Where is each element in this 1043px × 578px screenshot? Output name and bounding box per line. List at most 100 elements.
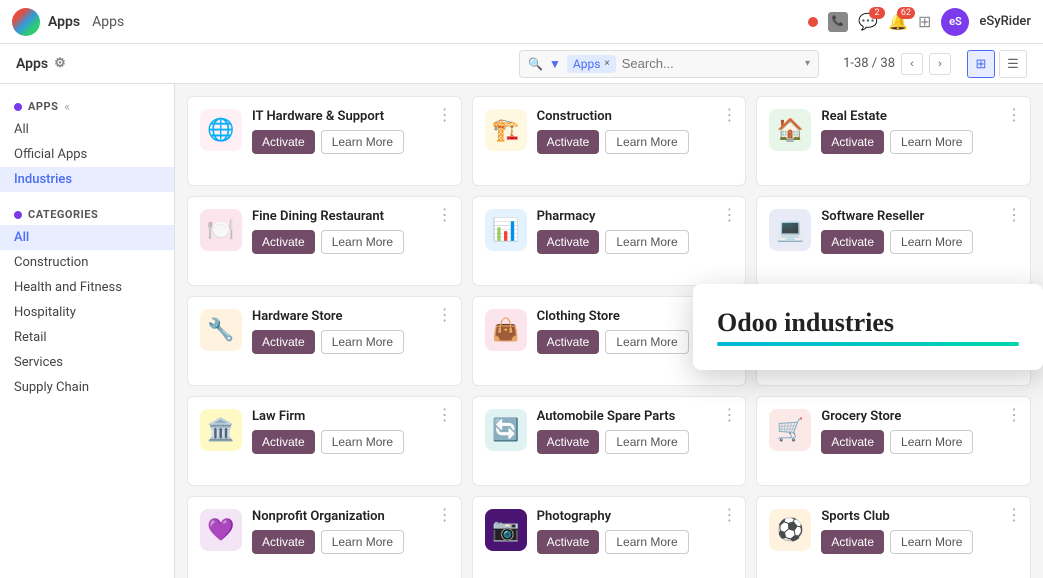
app-info: Grocery Store Activate Learn More xyxy=(821,409,1018,454)
app-more-button[interactable]: ⋮ xyxy=(437,405,453,425)
sidebar-cat-construction[interactable]: Construction xyxy=(0,250,174,275)
app-name: Grocery Store xyxy=(821,409,1018,424)
activate-button[interactable]: Activate xyxy=(252,530,315,554)
app-icon: 🛒 xyxy=(769,409,811,451)
list-view-button[interactable]: ☰ xyxy=(999,50,1027,78)
prev-page-button[interactable]: ‹ xyxy=(901,53,923,75)
activate-button[interactable]: Activate xyxy=(252,130,315,154)
learn-more-button[interactable]: Learn More xyxy=(890,130,973,154)
activate-button[interactable]: Activate xyxy=(537,430,600,454)
learn-more-button[interactable]: Learn More xyxy=(605,230,688,254)
app-card: ⋮ 🔧 Hardware Store Activate Learn More xyxy=(187,296,462,386)
filter-icon[interactable]: ▼ xyxy=(549,57,561,71)
next-page-button[interactable]: › xyxy=(929,53,951,75)
app-name: Pharmacy xyxy=(537,209,734,224)
app-name: Software Reseller xyxy=(821,209,1018,224)
avatar[interactable]: eS xyxy=(941,8,969,36)
app-name: Real Estate xyxy=(821,109,1018,124)
app-name: IT Hardware & Support xyxy=(252,109,449,124)
learn-more-button[interactable]: Learn More xyxy=(890,230,973,254)
search-dropdown-icon[interactable]: ▾ xyxy=(805,58,810,69)
activate-button[interactable]: Activate xyxy=(252,230,315,254)
app-card: ⋮ ⚽ Sports Club Activate Learn More xyxy=(756,496,1031,578)
sidebar-cat-all[interactable]: All xyxy=(0,225,174,250)
activate-button[interactable]: Activate xyxy=(821,230,884,254)
learn-more-button[interactable]: Learn More xyxy=(890,530,973,554)
app-card-header: 📊 Pharmacy Activate Learn More xyxy=(485,209,734,254)
learn-more-button[interactable]: Learn More xyxy=(321,130,404,154)
app-card: ⋮ 🏗️ Construction Activate Learn More xyxy=(472,96,747,186)
app-more-button[interactable]: ⋮ xyxy=(721,405,737,425)
chat-icon-wrapper[interactable]: 💬 2 xyxy=(858,12,878,31)
app-info: Real Estate Activate Learn More xyxy=(821,109,1018,154)
app-more-button[interactable]: ⋮ xyxy=(721,205,737,225)
app-more-button[interactable]: ⋮ xyxy=(1006,505,1022,525)
sidebar-cat-health[interactable]: Health and Fitness xyxy=(0,275,174,300)
app-more-button[interactable]: ⋮ xyxy=(1006,405,1022,425)
sidebar-cat-supply-chain[interactable]: Supply Chain xyxy=(0,375,174,400)
learn-more-button[interactable]: Learn More xyxy=(321,430,404,454)
phone-icon: 📞 xyxy=(828,12,848,32)
grid-apps-icon[interactable]: ⊞ xyxy=(918,12,931,31)
activate-button[interactable]: Activate xyxy=(537,330,600,354)
activate-button[interactable]: Activate xyxy=(537,130,600,154)
learn-more-button[interactable]: Learn More xyxy=(605,530,688,554)
sidebar-cat-retail[interactable]: Retail xyxy=(0,325,174,350)
settings-gear-icon[interactable]: ⚙ xyxy=(54,56,66,71)
learn-more-button[interactable]: Learn More xyxy=(890,430,973,454)
odoo-logo[interactable] xyxy=(12,8,40,36)
app-actions: Activate Learn More xyxy=(537,530,734,554)
learn-more-button[interactable]: Learn More xyxy=(321,530,404,554)
sidebar-item-official-apps[interactable]: Official Apps xyxy=(0,142,174,167)
filter-tag-close-icon[interactable]: × xyxy=(604,58,609,69)
activity-icon-wrapper[interactable]: 🔔 62 xyxy=(888,12,908,31)
app-icon: 🏠 xyxy=(769,109,811,151)
grid-view-button[interactable]: ⊞ xyxy=(967,50,995,78)
app-more-button[interactable]: ⋮ xyxy=(437,305,453,325)
phone-icon-wrapper[interactable]: 📞 xyxy=(828,12,848,32)
activate-button[interactable]: Activate xyxy=(821,130,884,154)
activity-badge: 62 xyxy=(897,7,915,19)
app-actions: Activate Learn More xyxy=(537,230,734,254)
app-card: ⋮ 🏠 Real Estate Activate Learn More xyxy=(756,96,1031,186)
sidebar-collapse-button[interactable]: « xyxy=(64,100,70,113)
sidebar-cat-services[interactable]: Services xyxy=(0,350,174,375)
search-bar: 🔍 ▼ Apps × ▾ xyxy=(519,50,819,78)
search-input[interactable] xyxy=(622,56,799,71)
app-name: Hardware Store xyxy=(252,309,449,324)
app-card: ⋮ 💻 Software Reseller Activate Learn Mor… xyxy=(756,196,1031,286)
activate-button[interactable]: Activate xyxy=(537,230,600,254)
categories-section: CATEGORIES All Construction Health and F… xyxy=(0,204,174,400)
pagination: 1-38 / 38 ‹ › xyxy=(843,53,951,75)
activate-button[interactable]: Activate xyxy=(537,530,600,554)
sidebar-cat-hospitality[interactable]: Hospitality xyxy=(0,300,174,325)
app-icon: 📷 xyxy=(485,509,527,551)
app-name: Photography xyxy=(537,509,734,524)
app-actions: Activate Learn More xyxy=(821,230,1018,254)
learn-more-button[interactable]: Learn More xyxy=(605,330,688,354)
app-more-button[interactable]: ⋮ xyxy=(437,505,453,525)
app-more-button[interactable]: ⋮ xyxy=(721,105,737,125)
learn-more-button[interactable]: Learn More xyxy=(321,230,404,254)
app-card-header: 📷 Photography Activate Learn More xyxy=(485,509,734,554)
activate-button[interactable]: Activate xyxy=(821,430,884,454)
learn-more-button[interactable]: Learn More xyxy=(605,130,688,154)
activate-button[interactable]: Activate xyxy=(821,530,884,554)
app-more-button[interactable]: ⋮ xyxy=(437,105,453,125)
learn-more-button[interactable]: Learn More xyxy=(605,430,688,454)
sidebar-item-all[interactable]: All xyxy=(0,117,174,142)
app-info: IT Hardware & Support Activate Learn Mor… xyxy=(252,109,449,154)
learn-more-button[interactable]: Learn More xyxy=(321,330,404,354)
page-title: Apps ⚙ xyxy=(16,56,66,72)
app-more-button[interactable]: ⋮ xyxy=(721,505,737,525)
app-more-button[interactable]: ⋮ xyxy=(1006,105,1022,125)
activate-button[interactable]: Activate xyxy=(252,430,315,454)
odoo-overlay-underline xyxy=(717,342,1019,346)
apps-menu[interactable]: Apps xyxy=(92,14,124,30)
sidebar-item-industries[interactable]: Industries xyxy=(0,167,174,192)
app-more-button[interactable]: ⋮ xyxy=(437,205,453,225)
app-more-button[interactable]: ⋮ xyxy=(1006,205,1022,225)
activate-button[interactable]: Activate xyxy=(252,330,315,354)
app-card: ⋮ 📊 Pharmacy Activate Learn More xyxy=(472,196,747,286)
app-icon: 📊 xyxy=(485,209,527,251)
